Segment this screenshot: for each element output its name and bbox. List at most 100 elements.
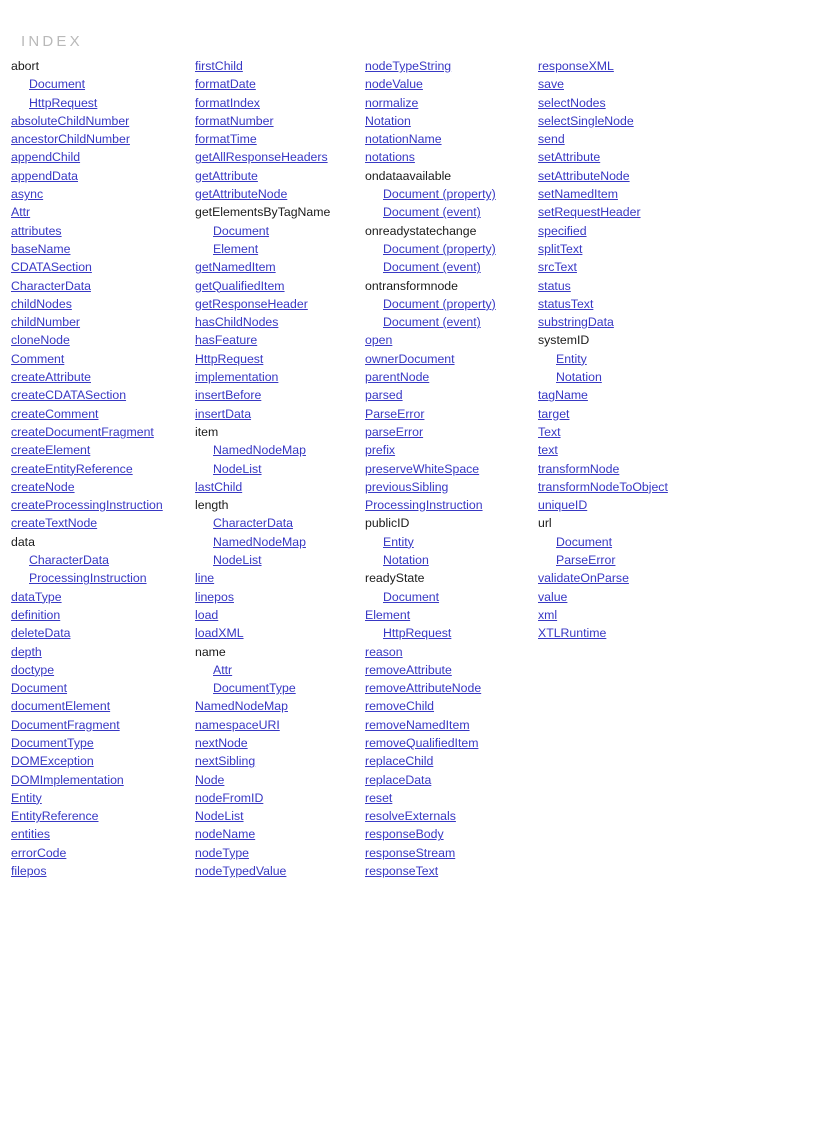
index-entry-label[interactable]: HttpRequest [195,352,263,366]
index-entry-label[interactable]: DOMImplementation [11,773,124,787]
index-entry-label[interactable]: statusText [538,297,593,311]
index-entry-label[interactable]: getQualifiedItem [195,279,285,293]
index-link[interactable]: getNamedItem [195,258,361,276]
index-link[interactable]: NodeList [195,551,361,569]
index-link[interactable]: send [538,130,738,148]
index-link[interactable]: Entity [365,533,535,551]
index-entry-label[interactable]: Document [556,535,612,549]
index-entry-label[interactable]: depth [11,645,42,659]
index-link[interactable]: nodeType [195,844,361,862]
index-entry-label[interactable]: getResponseHeader [195,297,308,311]
index-link[interactable]: ParseError [538,551,738,569]
index-link[interactable]: DOMException [11,752,191,770]
index-entry-label[interactable]: responseBody [365,827,444,841]
index-link[interactable]: Document [538,533,738,551]
index-link[interactable]: nodeName [195,825,361,843]
index-link[interactable]: srcText [538,258,738,276]
index-link[interactable]: XTLRuntime [538,624,738,642]
index-link[interactable]: Attr [11,203,191,221]
index-entry-label[interactable]: status [538,279,571,293]
index-entry-label[interactable]: Entity [383,535,414,549]
index-entry-label[interactable]: value [538,590,567,604]
index-entry-label[interactable]: transformNodeToObject [538,480,668,494]
index-entry-label[interactable]: Attr [11,205,30,219]
index-entry-label[interactable]: childNumber [11,315,80,329]
index-link[interactable]: NodeList [195,807,361,825]
index-entry-label[interactable]: lastChild [195,480,242,494]
index-entry-label[interactable]: xml [538,608,557,622]
index-entry-label[interactable]: insertData [195,407,251,421]
index-link[interactable]: appendData [11,167,191,185]
index-link[interactable]: HttpRequest [365,624,535,642]
index-link[interactable]: async [11,185,191,203]
index-link[interactable]: validateOnParse [538,569,738,587]
index-entry-label[interactable]: removeQualifiedItem [365,736,478,750]
index-link[interactable]: tagName [538,386,738,404]
index-entry-label[interactable]: responseText [365,864,438,878]
index-entry-label[interactable]: open [365,333,392,347]
index-entry-label[interactable]: removeChild [365,699,434,713]
index-entry-label[interactable]: Document [213,224,269,238]
index-link[interactable]: responseStream [365,844,535,862]
index-link[interactable]: replaceChild [365,752,535,770]
index-link[interactable]: responseBody [365,825,535,843]
index-entry-label[interactable]: documentElement [11,699,110,713]
index-entry-label[interactable]: Comment [11,352,64,366]
index-entry-label[interactable]: Entity [11,791,42,805]
index-entry-label[interactable]: ProcessingInstruction [365,498,483,512]
index-entry-label[interactable]: previousSibling [365,480,448,494]
index-entry-label[interactable]: normalize [365,96,418,110]
index-entry-label[interactable]: removeAttribute [365,663,452,677]
index-link[interactable]: CDATASection [11,258,191,276]
index-link[interactable]: Node [195,771,361,789]
index-entry-label[interactable]: filepos [11,864,47,878]
index-link[interactable]: baseName [11,240,191,258]
index-entry-label[interactable]: nodeTypedValue [195,864,286,878]
index-entry-label[interactable]: validateOnParse [538,571,629,585]
index-entry-label[interactable]: Entity [556,352,587,366]
index-entry-label[interactable]: NodeList [195,809,244,823]
index-link[interactable]: filepos [11,862,191,880]
index-entry-label[interactable]: prefix [365,443,395,457]
index-link[interactable]: Document (event) [365,313,535,331]
index-link[interactable]: DocumentType [11,734,191,752]
index-entry-label[interactable]: createCDATASection [11,388,126,402]
index-link[interactable]: resolveExternals [365,807,535,825]
index-entry-label[interactable]: DocumentType [11,736,94,750]
index-link[interactable]: childNumber [11,313,191,331]
index-entry-label[interactable]: load [195,608,218,622]
index-entry-label[interactable]: Text [538,425,561,439]
index-entry-label[interactable]: ownerDocument [365,352,455,366]
index-link[interactable]: transformNode [538,460,738,478]
index-entry-label[interactable]: setAttributeNode [538,169,630,183]
index-entry-label[interactable]: reset [365,791,392,805]
index-link[interactable]: CharacterData [11,277,191,295]
index-link[interactable]: Document [365,588,535,606]
index-entry-label[interactable]: Notation [556,370,602,384]
index-link[interactable]: insertData [195,405,361,423]
index-entry-label[interactable]: CDATASection [11,260,92,274]
index-link[interactable]: Element [195,240,361,258]
index-link[interactable]: childNodes [11,295,191,313]
index-entry-label[interactable]: loadXML [195,626,244,640]
index-entry-label[interactable]: nodeType [195,846,249,860]
index-link[interactable]: uniqueID [538,496,738,514]
index-link[interactable]: substringData [538,313,738,331]
index-link[interactable]: Text [538,423,738,441]
index-link[interactable]: getResponseHeader [195,295,361,313]
index-entry-label[interactable]: DocumentFragment [11,718,120,732]
index-entry-label[interactable]: getNamedItem [195,260,276,274]
index-entry-label[interactable]: ParseError [365,407,424,421]
index-link[interactable]: loadXML [195,624,361,642]
index-link[interactable]: removeNamedItem [365,716,535,734]
index-entry-label[interactable]: save [538,77,564,91]
index-link[interactable]: removeAttributeNode [365,679,535,697]
index-entry-label[interactable]: reason [365,645,403,659]
index-link[interactable]: Document (property) [365,295,535,313]
index-link[interactable]: nodeTypedValue [195,862,361,880]
index-link[interactable]: Document (property) [365,185,535,203]
index-link[interactable]: CharacterData [11,551,191,569]
index-entry-label[interactable]: namespaceURI [195,718,280,732]
index-entry-label[interactable]: linepos [195,590,234,604]
index-entry-label[interactable]: getAttribute [195,169,258,183]
